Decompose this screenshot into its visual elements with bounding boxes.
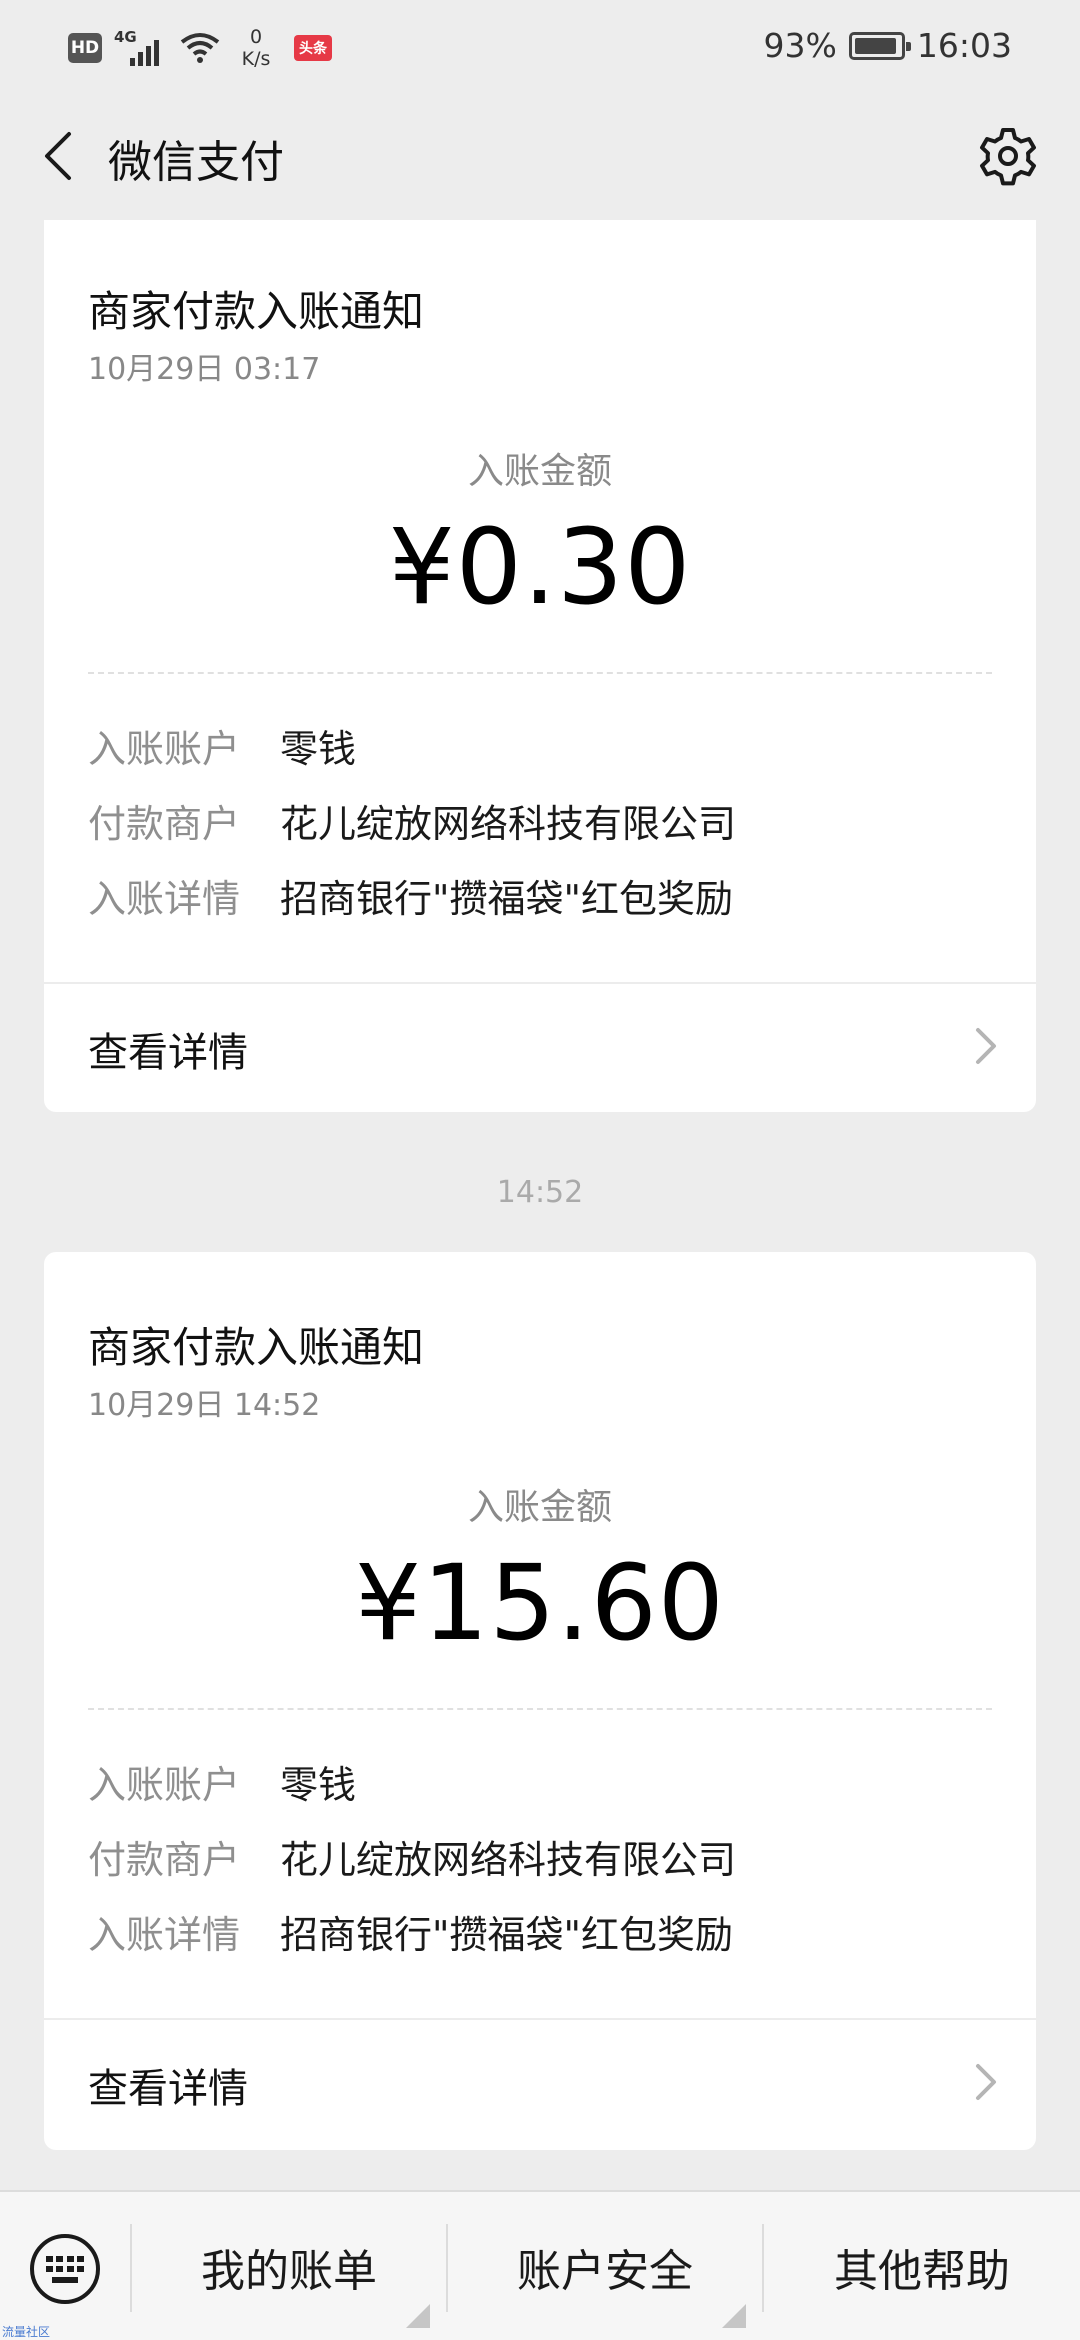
clock: 16:03	[916, 26, 1012, 65]
battery-level	[854, 37, 896, 54]
status-right: 93% 16:03	[764, 26, 1012, 65]
detail-key: 付款商户	[88, 802, 241, 846]
detail-row-merchant: 付款商户 花儿绽放网络科技有限公司	[88, 799, 736, 849]
chevron-right-icon	[976, 2064, 996, 2100]
menu-account-security[interactable]: 账户安全	[448, 2192, 762, 2340]
dashed-divider	[88, 672, 992, 674]
nav-bar: 微信支付	[0, 92, 1080, 220]
detail-row-description: 入账详情 招商银行"攒福袋"红包奖励	[88, 1910, 733, 1960]
net-speed: 0 K/s	[241, 26, 271, 70]
view-details-label: 查看详情	[88, 2066, 248, 2112]
detail-value: 零钱	[280, 727, 357, 771]
cellular-signal-icon: 4G	[114, 28, 168, 68]
payment-card-2: 商家付款入账通知 10月29日 14:52 入账金额 ¥15.60 入账账户 零…	[44, 1252, 1036, 2150]
detail-value: 招商银行"攒福袋"红包奖励	[280, 1913, 733, 1957]
hd-icon: HD	[68, 33, 102, 63]
toutiao-notification-icon: 头条	[294, 35, 332, 61]
watermark: 流量社区	[2, 2325, 51, 2339]
amount-value: ¥0.30	[388, 506, 692, 628]
detail-key: 付款商户	[88, 1838, 241, 1882]
detail-key: 入账详情	[88, 877, 241, 921]
keyboard-icon[interactable]	[28, 2232, 102, 2306]
bottom-menu-bar: 我的账单 账户安全 其他帮助 流量社区	[0, 2190, 1080, 2340]
message-timestamp: 14:52	[496, 1175, 584, 1210]
card-date: 10月29日 14:52	[88, 1388, 321, 1423]
page-title: 微信支付	[108, 137, 284, 188]
status-bar: HD 4G 0 K/s 头条 93% 16:03	[0, 0, 1080, 92]
wifi-icon	[180, 33, 220, 63]
view-details-button[interactable]: 查看详情	[44, 984, 1036, 1112]
payment-card-1: 商家付款入账通知 10月29日 03:17 入账金额 ¥0.30 入账账户 零钱…	[44, 220, 1036, 1112]
status-left: HD 4G 0 K/s 头条	[68, 26, 332, 70]
card-title: 商家付款入账通知	[88, 287, 425, 336]
detail-row-account: 入账账户 零钱	[88, 1760, 356, 1810]
menu-other-help[interactable]: 其他帮助	[764, 2192, 1080, 2340]
battery-percent: 93%	[763, 26, 837, 65]
dashed-divider	[88, 1708, 992, 1710]
detail-value: 花儿绽放网络科技有限公司	[280, 802, 737, 846]
menu-label: 账户安全	[517, 2246, 693, 2297]
chevron-right-icon	[976, 1028, 996, 1064]
battery-icon	[848, 31, 911, 60]
amount-label: 入账金额	[467, 451, 612, 492]
detail-row-description: 入账详情 招商银行"攒福袋"红包奖励	[88, 874, 733, 924]
amount-value: ¥15.60	[355, 1542, 725, 1664]
submenu-indicator-icon	[406, 2304, 430, 2328]
detail-row-account: 入账账户 零钱	[88, 724, 356, 774]
card-date: 10月29日 03:17	[88, 352, 321, 387]
view-details-button[interactable]: 查看详情	[44, 2020, 1036, 2148]
back-button[interactable]	[30, 120, 86, 192]
detail-value: 花儿绽放网络科技有限公司	[280, 1838, 737, 1882]
amount-label: 入账金额	[467, 1487, 612, 1528]
menu-label: 其他帮助	[834, 2246, 1010, 2297]
detail-value: 零钱	[280, 1763, 357, 1807]
view-details-label: 查看详情	[88, 1030, 248, 1076]
submenu-indicator-icon	[722, 2304, 746, 2328]
card-title: 商家付款入账通知	[88, 1323, 425, 1372]
chevron-left-icon	[45, 132, 71, 180]
detail-key: 入账账户	[88, 1763, 241, 1807]
detail-value: 招商银行"攒福袋"红包奖励	[280, 877, 733, 921]
gear-icon[interactable]	[976, 124, 1040, 188]
menu-my-bills[interactable]: 我的账单	[132, 2192, 446, 2340]
menu-label: 我的账单	[201, 2246, 377, 2297]
detail-key: 入账账户	[88, 727, 241, 771]
detail-key: 入账详情	[88, 1913, 241, 1957]
detail-row-merchant: 付款商户 花儿绽放网络科技有限公司	[88, 1835, 736, 1885]
